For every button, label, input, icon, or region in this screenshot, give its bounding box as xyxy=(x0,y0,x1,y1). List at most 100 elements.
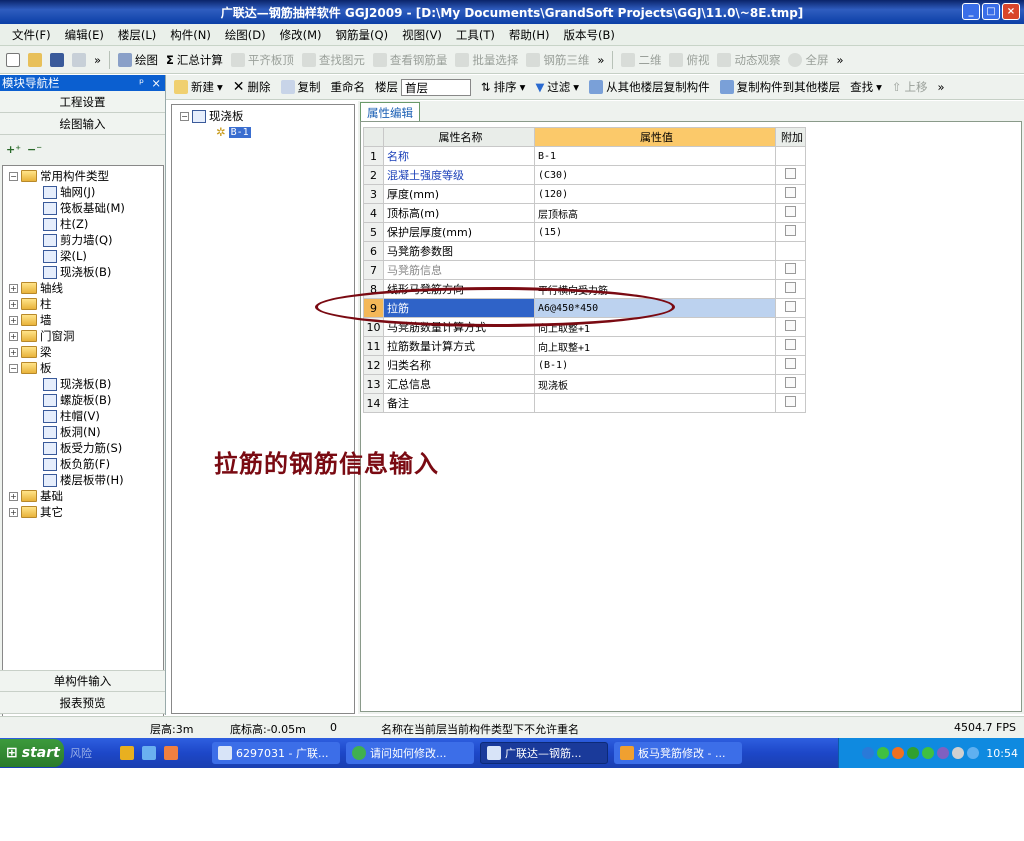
toolbar-overflow-icon-3[interactable]: » xyxy=(836,53,843,67)
extra-checkbox[interactable] xyxy=(785,358,796,369)
extra-checkbox[interactable] xyxy=(785,396,796,407)
nav-tree-item[interactable]: 柱(Z) xyxy=(3,216,163,232)
nav-tree-item[interactable]: 剪力墙(Q) xyxy=(3,232,163,248)
new-component-button[interactable]: 新建 ▾ xyxy=(174,79,223,95)
expand-icon[interactable]: + xyxy=(9,491,18,501)
rebar-3d-button[interactable]: 钢筋三维 xyxy=(526,52,589,68)
expand-icon[interactable]: + xyxy=(9,315,18,325)
menu-edit[interactable]: 编辑(E) xyxy=(65,27,104,43)
view-rebar-button[interactable]: 查看钢筋量 xyxy=(372,52,447,68)
printer-icon[interactable] xyxy=(952,747,965,759)
property-row[interactable]: 6 马凳筋参数图 xyxy=(363,241,806,261)
user-icon[interactable] xyxy=(164,746,178,760)
extra-checkbox[interactable] xyxy=(785,263,796,274)
property-value[interactable]: (C30) xyxy=(534,165,776,185)
menu-draw[interactable]: 绘图(D) xyxy=(225,27,266,43)
nav-tree-item[interactable]: 板受力筋(S) xyxy=(3,440,163,456)
property-value[interactable]: (B-1) xyxy=(534,355,776,375)
nav-tree-item[interactable]: + 轴线 xyxy=(3,280,163,296)
tray-icon[interactable] xyxy=(892,747,905,759)
nav-tree-item[interactable]: 现浇板(B) xyxy=(3,376,163,392)
tree-node-b1[interactable]: ✲ B-1 xyxy=(172,124,354,140)
nav-tree-item[interactable]: + 梁 xyxy=(3,344,163,360)
tab-property-edit[interactable]: 属性编辑 xyxy=(360,102,420,122)
toolbar-overflow-icon[interactable]: » xyxy=(94,53,101,67)
nav-tree-item[interactable]: 柱帽(V) xyxy=(3,408,163,424)
maximize-button[interactable]: □ xyxy=(982,3,1000,20)
expand-icon[interactable]: + xyxy=(9,283,18,293)
property-value[interactable] xyxy=(534,241,776,261)
menu-view[interactable]: 视图(V) xyxy=(402,27,442,43)
fullscreen-button[interactable]: 全屏 xyxy=(788,52,828,68)
collapse-all-icon[interactable]: −⁻ xyxy=(27,143,42,156)
property-row[interactable]: 12 归类名称 (B-1) xyxy=(363,355,806,375)
task-item-1[interactable]: 6297031 - 广联... xyxy=(212,742,340,764)
move-up-button[interactable]: ⇧ 上移 xyxy=(892,79,928,95)
menu-file[interactable]: 文件(F) xyxy=(12,27,51,43)
property-row[interactable]: 2 混凝土强度等级 (C30) xyxy=(363,165,806,185)
batch-select-button[interactable]: 批量选择 xyxy=(455,52,518,68)
tab-single-component-input[interactable]: 单构件输入 xyxy=(0,670,165,692)
property-row[interactable]: 9 拉筋 A6@450*450 xyxy=(363,298,806,318)
2d-button[interactable]: 二维 xyxy=(621,52,661,68)
nav-close-icon[interactable]: × xyxy=(151,76,161,90)
extra-checkbox[interactable] xyxy=(785,301,796,312)
draw-button[interactable]: 绘图 xyxy=(118,52,158,68)
minimize-button[interactable]: _ xyxy=(962,3,980,20)
quicklaunch-label[interactable]: 风险 xyxy=(64,742,114,764)
nav-tree-item[interactable]: 筏板基础(M) xyxy=(3,200,163,216)
nav-tree-item[interactable]: 板负筋(F) xyxy=(3,456,163,472)
find-button[interactable]: 查找 ▾ xyxy=(850,79,882,95)
tab-drawing-input[interactable]: 绘图输入 xyxy=(0,113,165,135)
start-button[interactable]: ⊞ start xyxy=(0,739,64,767)
nav-tree-item[interactable]: − 板 xyxy=(3,360,163,376)
new-file-icon[interactable] xyxy=(6,52,20,67)
collapse-icon[interactable]: − xyxy=(9,363,18,373)
tray-icon[interactable] xyxy=(877,747,890,759)
expand-icon[interactable]: + xyxy=(9,331,18,341)
menu-floor[interactable]: 楼层(L) xyxy=(118,27,156,43)
save-icon[interactable] xyxy=(50,52,64,67)
menu-modify[interactable]: 修改(M) xyxy=(280,27,322,43)
property-value[interactable]: 向上取整+1 xyxy=(534,317,776,337)
tray-icon[interactable] xyxy=(907,747,920,759)
tab-project-settings[interactable]: 工程设置 xyxy=(0,91,165,113)
network-icon[interactable] xyxy=(142,746,156,760)
nav-tree-item[interactable]: 现浇板(B) xyxy=(3,264,163,280)
tray-icon[interactable] xyxy=(967,747,980,759)
nav-tree-item[interactable]: + 其它 xyxy=(3,504,163,520)
rename-button[interactable]: 重命名 xyxy=(331,79,366,95)
tray-icon[interactable] xyxy=(937,747,950,759)
property-value[interactable]: (120) xyxy=(534,184,776,204)
extra-checkbox[interactable] xyxy=(785,168,796,179)
toolbar2-overflow-icon[interactable]: » xyxy=(938,80,945,94)
nav-tree-item[interactable]: 螺旋板(B) xyxy=(3,392,163,408)
dynamic-view-button[interactable]: 动态观察 xyxy=(717,52,780,68)
filter-button[interactable]: ▼ 过滤 ▾ xyxy=(535,79,579,95)
property-value[interactable] xyxy=(534,393,776,413)
property-value[interactable] xyxy=(534,260,776,280)
nav-tree-item[interactable]: − 常用构件类型 xyxy=(3,168,163,184)
copy-from-floor-button[interactable]: 从其他楼层复制构件 xyxy=(589,79,710,95)
extra-checkbox[interactable] xyxy=(785,339,796,350)
menu-help[interactable]: 帮助(H) xyxy=(509,27,550,43)
floor-select-value[interactable]: 首层 xyxy=(401,78,472,96)
top-view-button[interactable]: 俯视 xyxy=(669,52,709,68)
find-element-button[interactable]: 查找图元 xyxy=(301,52,365,68)
property-value[interactable]: B-1 xyxy=(534,146,776,166)
nav-tree-item[interactable]: 楼层板带(H) xyxy=(3,472,163,488)
copy-to-floor-button[interactable]: 复制构件到其他楼层 xyxy=(719,79,840,95)
task-item-3-active[interactable]: 广联达—钢筋... xyxy=(480,742,608,764)
nav-tree-item[interactable]: + 柱 xyxy=(3,296,163,312)
expand-icon[interactable]: + xyxy=(9,507,18,517)
property-row[interactable]: 3 厚度(mm) (120) xyxy=(363,184,806,204)
collapse-icon[interactable]: − xyxy=(180,111,189,121)
expand-icon[interactable]: + xyxy=(9,299,18,309)
delete-button[interactable]: ✕ 删除 xyxy=(233,79,271,95)
property-value[interactable]: 平行横向受力筋 xyxy=(534,279,776,299)
property-row[interactable]: 11 拉筋数量计算方式 向上取整+1 xyxy=(363,336,806,356)
undo-icon[interactable] xyxy=(72,52,86,67)
shield-icon[interactable] xyxy=(120,746,134,760)
property-row[interactable]: 7 马凳筋信息 xyxy=(363,260,806,280)
property-row[interactable]: 8 线形马凳筋方向 平行横向受力筋 xyxy=(363,279,806,299)
